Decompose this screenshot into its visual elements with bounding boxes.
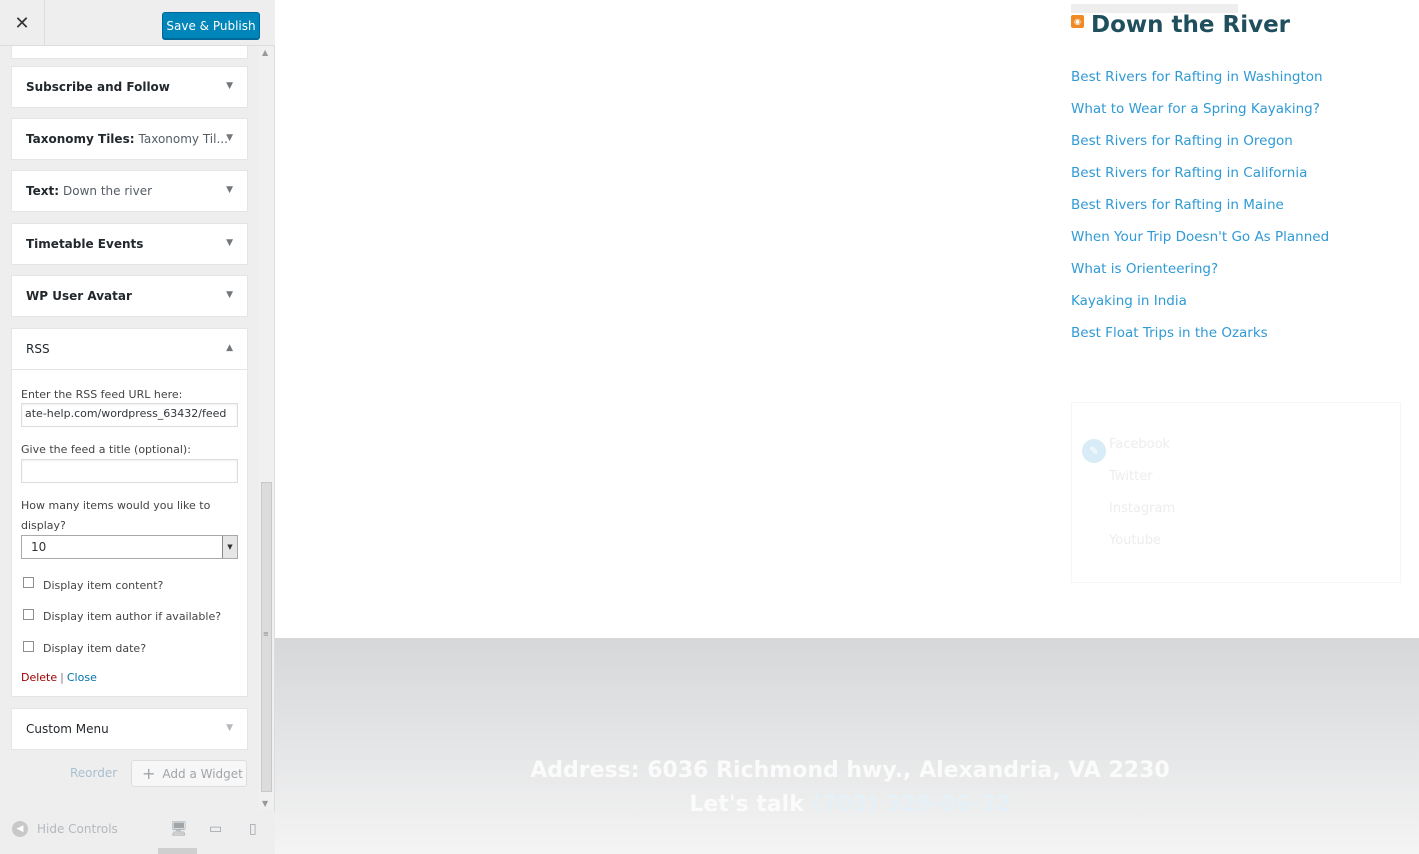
widget-text[interactable]: Text: Down the river ▼ bbox=[11, 170, 248, 212]
customizer-footer: ◀ Hide Controls 🖥 ▭ ▯ bbox=[0, 812, 275, 854]
display-author-checkbox[interactable] bbox=[23, 609, 34, 620]
rss-item-link[interactable]: Best Rivers for Rafting in California bbox=[1071, 165, 1307, 181]
social-link-twitter[interactable]: Twitter bbox=[1109, 469, 1153, 484]
widget-wp-user-avatar[interactable]: WP User Avatar ▼ bbox=[11, 275, 248, 317]
widget-subscribe-follow[interactable]: Subscribe and Follow ▼ bbox=[11, 66, 248, 108]
rss-item-link[interactable]: Best Rivers for Rafting in Washington bbox=[1071, 69, 1323, 85]
footer-talk-label: Let's talk bbox=[689, 792, 804, 817]
customizer-header: ✕ Save & Publish bbox=[0, 0, 275, 46]
active-device-indicator bbox=[158, 848, 197, 854]
rss-widget-title[interactable]: Down the River bbox=[1091, 12, 1290, 38]
scrollbar-thumb[interactable]: ≡ bbox=[261, 482, 272, 792]
rss-feed-icon[interactable]: ◉ bbox=[1071, 15, 1084, 28]
add-widget-button[interactable]: + Add a Widget bbox=[131, 760, 247, 787]
rss-title-label: Give the feed a title (optional): bbox=[21, 443, 191, 456]
footer-contact: Let's talk (703) 329-06-32 bbox=[275, 792, 1419, 817]
scroll-up-arrow-icon[interactable]: ▲ bbox=[262, 48, 268, 57]
display-author-label: Display item author if available? bbox=[43, 610, 222, 623]
widget-title: WP User Avatar bbox=[26, 289, 132, 303]
collapse-arrow-icon[interactable]: ▲ bbox=[226, 343, 233, 353]
rss-count-select[interactable]: 10 ▼ bbox=[21, 535, 238, 559]
delete-link[interactable]: Delete bbox=[21, 671, 57, 684]
expand-arrow-icon[interactable]: ▼ bbox=[226, 133, 233, 143]
rss-item-link[interactable]: What is Orienteering? bbox=[1071, 261, 1218, 277]
rss-item-link[interactable]: Best Float Trips in the Ozarks bbox=[1071, 325, 1268, 341]
rss-title-input[interactable] bbox=[21, 459, 238, 483]
expand-arrow-icon[interactable]: ▼ bbox=[226, 238, 233, 248]
reorder-link[interactable]: Reorder bbox=[70, 766, 117, 780]
widget-timetable-events[interactable]: Timetable Events ▼ bbox=[11, 223, 248, 265]
footer-address: Address: 6036 Richmond hwy., Alexandria,… bbox=[530, 758, 1170, 783]
widget-title: Taxonomy Tiles: Taxonomy Til... bbox=[26, 132, 228, 146]
footer-phone-link[interactable]: (703) 329-06-32 bbox=[812, 792, 1011, 817]
desktop-preview-icon[interactable]: 🖥 bbox=[170, 821, 188, 837]
widget-title: Text: Down the river bbox=[26, 184, 153, 198]
rss-count-value: 10 bbox=[31, 540, 47, 554]
plus-icon: + bbox=[142, 764, 156, 783]
close-link[interactable]: Close bbox=[67, 671, 97, 684]
rss-item-link[interactable]: Kayaking in India bbox=[1071, 293, 1187, 309]
tablet-preview-icon[interactable]: ▭ bbox=[209, 821, 222, 837]
link-separator: | bbox=[60, 671, 64, 684]
expand-arrow-icon[interactable]: ▼ bbox=[226, 723, 233, 733]
rss-item-link[interactable]: When Your Trip Doesn't Go As Planned bbox=[1071, 229, 1329, 245]
site-preview: ◉ Down the River Best Rivers for Rafting… bbox=[275, 0, 1419, 854]
expand-arrow-icon[interactable]: ▼ bbox=[226, 290, 233, 300]
display-content-checkbox[interactable] bbox=[23, 577, 34, 588]
widget-title: Custom Menu bbox=[26, 722, 109, 736]
rss-url-label: Enter the RSS feed URL here: bbox=[21, 388, 183, 401]
site-footer: Address: 6036 Richmond hwy., Alexandria,… bbox=[275, 638, 1419, 854]
save-publish-button[interactable]: Save & Publish bbox=[162, 12, 260, 39]
widget-title: Subscribe and Follow bbox=[26, 80, 170, 94]
grip-icon: ≡ bbox=[263, 630, 269, 638]
dropdown-arrow-icon[interactable]: ▼ bbox=[222, 536, 237, 558]
social-link-youtube[interactable]: Youtube bbox=[1109, 533, 1161, 548]
mobile-preview-icon[interactable]: ▯ bbox=[249, 821, 257, 837]
widget-area-actions: Reorder + Add a Widget bbox=[0, 760, 258, 788]
close-icon: ✕ bbox=[14, 12, 30, 34]
widget-taxonomy-tiles[interactable]: Taxonomy Tiles: Taxonomy Til... ▼ bbox=[11, 118, 248, 160]
widget-rss: RSS ▲ Enter the RSS feed URL here: ate-h… bbox=[11, 328, 248, 697]
add-widget-label: Add a Widget bbox=[162, 766, 243, 781]
collapse-arrow-icon[interactable]: ◀ bbox=[12, 821, 28, 837]
rss-item-link[interactable]: Best Rivers for Rafting in Oregon bbox=[1071, 133, 1293, 149]
social-links-widget: ✎ Facebook Twitter Instagram Youtube bbox=[1071, 402, 1401, 583]
display-date-checkbox[interactable] bbox=[23, 641, 34, 652]
scroll-down-arrow-icon[interactable]: ▼ bbox=[262, 799, 268, 808]
customizer-sidebar: ✕ Save & Publish Subscribe and Follow ▼ … bbox=[0, 0, 275, 854]
widget-actions: Delete | Close bbox=[21, 671, 97, 684]
rss-item-link[interactable]: Best Rivers for Rafting in Maine bbox=[1071, 197, 1284, 213]
expand-arrow-icon[interactable]: ▼ bbox=[226, 81, 233, 91]
sidebar-scrollbar[interactable]: ▲ ≡ ▼ bbox=[259, 46, 274, 810]
social-link-instagram[interactable]: Instagram bbox=[1109, 501, 1175, 516]
rss-count-label: How many items would you like to display… bbox=[21, 499, 211, 532]
widget-custom-menu[interactable]: Custom Menu ▼ bbox=[11, 708, 248, 750]
edit-pencil-icon[interactable]: ✎ bbox=[1082, 439, 1106, 463]
social-link-facebook[interactable]: Facebook bbox=[1109, 437, 1170, 452]
display-content-label: Display item content? bbox=[43, 579, 164, 592]
widget-title[interactable]: RSS bbox=[26, 329, 50, 369]
rss-url-input[interactable]: ate-help.com/wordpress_63432/feed bbox=[21, 403, 238, 427]
rss-item-link[interactable]: What to Wear for a Spring Kayaking? bbox=[1071, 101, 1320, 117]
hide-controls-button[interactable]: Hide Controls bbox=[37, 822, 118, 836]
widget-title: Timetable Events bbox=[26, 237, 144, 251]
widget-partial bbox=[11, 46, 248, 59]
rss-form: Enter the RSS feed URL here: ate-help.co… bbox=[12, 369, 247, 684]
close-customizer-button[interactable]: ✕ bbox=[0, 0, 45, 46]
display-date-label: Display item date? bbox=[43, 642, 147, 655]
expand-arrow-icon[interactable]: ▼ bbox=[226, 185, 233, 195]
